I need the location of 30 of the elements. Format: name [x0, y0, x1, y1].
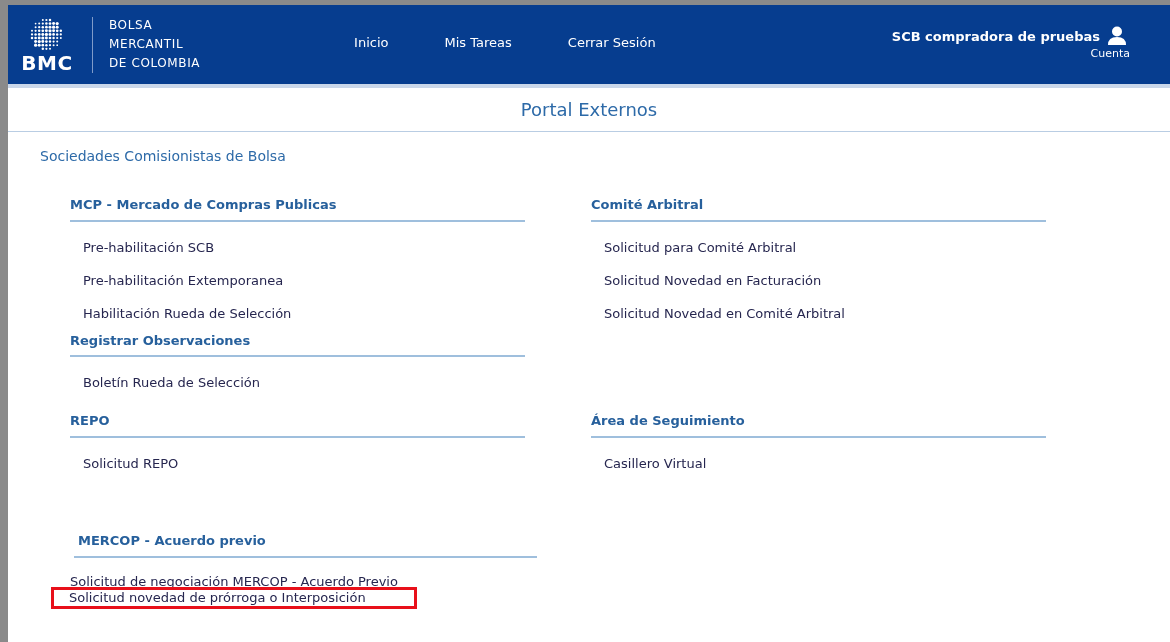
menu-link[interactable]: Pre-habilitación Extemporanea: [83, 273, 284, 288]
menu-link[interactable]: Solicitud Novedad en Comité Arbitral: [604, 306, 845, 321]
menu-link[interactable]: Habilitación Rueda de Selección: [83, 306, 292, 321]
page-title: Portal Externos: [520, 98, 658, 122]
menu-link[interactable]: Solicitud para Comité Arbitral: [604, 240, 797, 255]
nav-link[interactable]: Inicio: [350, 32, 393, 53]
logo-mark: BMC: [21, 52, 73, 73]
menu-link[interactable]: Solicitud de negociación MERCOP - Acuerdo Previo: [70, 574, 398, 589]
section-heading: REPO: [70, 411, 525, 438]
logo-globe-icon: [29, 16, 65, 53]
section-heading: Área de Seguimiento: [591, 411, 1046, 438]
section-heading: Comité Arbitral: [591, 195, 1046, 222]
logo-name: MERCANTIL: [109, 36, 185, 53]
menu-link[interactable]: Boletín Rueda de Selección: [83, 376, 260, 390]
section-heading: Registrar Observaciones: [70, 330, 525, 357]
section-heading: MERCOP - Acuerdo previo: [74, 531, 537, 558]
page-subtitle: Sociedades Comisionistas de Bolsa: [40, 147, 286, 166]
nav-link[interactable]: Mis Tareas: [440, 32, 516, 53]
user-icon[interactable]: [1108, 26, 1126, 47]
menu-link[interactable]: Solicitud novedad de prórroga o Interposición: [54, 589, 414, 606]
menu-link[interactable]: Pre-habilitación SCB: [83, 240, 215, 255]
menu-link[interactable]: Solicitud Novedad en Facturación: [604, 273, 822, 288]
logo-name: DE COLOMBIA: [109, 55, 201, 72]
account-link[interactable]: Cuenta: [1090, 46, 1130, 63]
logo-name: BOLSA: [109, 17, 154, 34]
nav-link[interactable]: Cerrar Sesión: [563, 32, 660, 53]
user-name: SCB compradora de pruebas: [891, 27, 1100, 46]
menu-link[interactable]: Solicitud REPO: [83, 456, 179, 471]
menu-link[interactable]: Casillero Virtual: [604, 456, 707, 471]
section-heading: MCP - Mercado de Compras Publicas: [70, 195, 525, 222]
